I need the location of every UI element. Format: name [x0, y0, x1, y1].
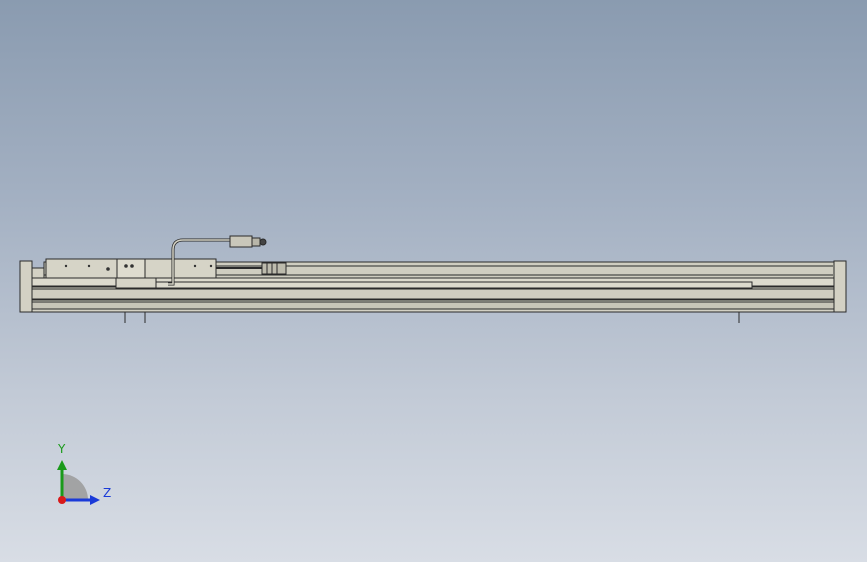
- right-end-cap: [833, 260, 847, 313]
- rail-lower-strip: [29, 301, 837, 310]
- z-axis-arrow: [90, 495, 100, 505]
- left-end-bump: [31, 267, 45, 279]
- rail-travel-bar: [155, 281, 753, 289]
- y-axis-arrow: [57, 460, 67, 470]
- coordinate-triad: [40, 438, 120, 518]
- triad-quarter-disc: [62, 474, 88, 500]
- linear-actuator-model[interactable]: [0, 0, 867, 562]
- triad-y-label: Y: [58, 442, 66, 456]
- lower-connector: [261, 262, 287, 275]
- rail-inner-strip: [29, 288, 837, 300]
- x-axis-dot: [58, 496, 66, 504]
- carriage-mount: [116, 258, 146, 280]
- carriage-slider: [115, 277, 157, 289]
- upper-connector: [229, 235, 253, 248]
- left-end-cap: [19, 260, 33, 313]
- graphics-viewport[interactable]: Y Z: [0, 0, 867, 562]
- triad-z-label: Z: [103, 486, 112, 500]
